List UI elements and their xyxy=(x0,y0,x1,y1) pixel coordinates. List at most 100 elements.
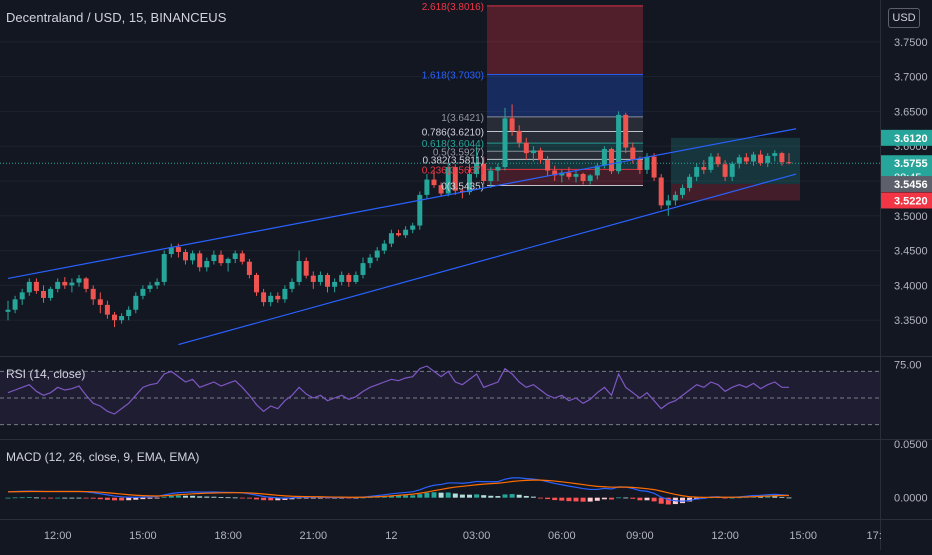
macd-histogram-bar xyxy=(246,497,252,499)
macd-histogram-bar xyxy=(55,497,61,499)
chart-background xyxy=(0,0,932,550)
candle-up xyxy=(225,258,231,264)
rsi-title[interactable]: RSI (14, close) xyxy=(6,367,85,381)
candle-up xyxy=(680,187,685,195)
macd-histogram-bar xyxy=(403,495,409,498)
macd-tick-label: 0.0500 xyxy=(894,439,928,451)
candle-down xyxy=(83,278,89,289)
candle-up xyxy=(332,281,338,287)
candle-down xyxy=(651,156,657,178)
price-badge-label: 3.5456 xyxy=(894,179,928,191)
macd-histogram-bar xyxy=(232,497,238,499)
macd-histogram-bar xyxy=(573,497,579,502)
macd-histogram-bar xyxy=(580,497,586,502)
currency-selector[interactable]: USD xyxy=(888,8,920,28)
fib-level-label: 0(3.5435) xyxy=(441,182,484,193)
macd-histogram-bar xyxy=(140,497,146,500)
macd-histogram-bar xyxy=(658,497,664,504)
rsi-band-fill xyxy=(0,371,880,425)
candle-down xyxy=(275,295,281,300)
macd-histogram-bar xyxy=(254,497,259,500)
candle-down xyxy=(658,177,664,206)
macd-histogram-bar xyxy=(459,494,465,498)
candle-up xyxy=(495,167,501,171)
chart-svg[interactable]: 2.618(3.8016) 1.618(3.7030) 1(3.6421) 0.786… xyxy=(0,0,932,550)
candle-down xyxy=(303,261,309,276)
macd-histogram-bar xyxy=(516,494,522,498)
macd-histogram-bar xyxy=(779,496,785,498)
macd-histogram-bar xyxy=(161,496,167,498)
price-tick-label: 3.4000 xyxy=(894,280,928,292)
macd-histogram-bar xyxy=(438,492,444,498)
candle-down xyxy=(715,156,721,165)
candle-down xyxy=(325,274,330,287)
candle-up xyxy=(530,150,536,154)
candle-down xyxy=(609,148,614,172)
candle-down xyxy=(630,147,636,161)
candle-down xyxy=(431,179,437,186)
candle-up xyxy=(126,309,132,317)
candle-up xyxy=(140,288,146,296)
candle-up xyxy=(502,118,508,168)
candle-down xyxy=(90,288,96,300)
candle-down xyxy=(637,160,643,170)
fib-level-label: 1.618(3.7030) xyxy=(422,70,484,81)
macd-histogram-bar xyxy=(509,494,515,498)
candle-down xyxy=(197,253,203,268)
macd-histogram-bar xyxy=(538,497,543,499)
macd-histogram-bar xyxy=(225,497,231,499)
candle-down xyxy=(722,164,728,177)
candle-down xyxy=(786,162,792,164)
candle-up xyxy=(161,254,167,282)
macd-histogram-bar xyxy=(566,497,572,502)
time-tick-label: 18:00 xyxy=(214,530,242,542)
macd-histogram-bar xyxy=(410,495,416,498)
macd-histogram-bar xyxy=(474,494,480,498)
candle-up xyxy=(573,174,579,177)
candle-up xyxy=(5,309,11,312)
macd-histogram-bar xyxy=(62,497,68,499)
macd-histogram-bar xyxy=(97,497,103,500)
candle-down xyxy=(310,275,316,282)
candle-up xyxy=(708,156,714,170)
candle-up xyxy=(190,253,196,261)
candle-up xyxy=(772,153,778,156)
candle-down xyxy=(538,150,543,161)
macd-histogram-bar xyxy=(552,497,558,501)
macd-histogram-bar xyxy=(445,492,451,498)
candle-up xyxy=(388,233,394,244)
macd-histogram-bar xyxy=(19,497,25,499)
candle-up xyxy=(204,261,210,268)
macd-histogram-bar xyxy=(119,497,125,501)
macd-histogram-bar xyxy=(211,496,217,498)
macd-histogram-bar xyxy=(431,492,437,498)
candle-up xyxy=(48,288,54,298)
chart[interactable]: 2.618(3.8016) 1.618(3.7030) 1(3.6421) 0.786… xyxy=(0,0,932,550)
macd-histogram-bar xyxy=(90,497,96,499)
macd-histogram-bar xyxy=(154,497,160,499)
macd-histogram-bar xyxy=(481,495,487,498)
macd-histogram-bar xyxy=(417,494,423,498)
candle-up xyxy=(765,155,771,163)
price-badge-label: 3.5755 xyxy=(894,158,928,170)
candle-down xyxy=(701,167,707,170)
candle-up xyxy=(69,282,75,286)
candle-up xyxy=(147,285,153,289)
macd-title[interactable]: MACD (12, 26, close, 9, EMA, EMA) xyxy=(6,450,199,464)
symbol-title[interactable]: Decentraland / USD, 15, BINANCEUS xyxy=(6,10,226,25)
macd-histogram-bar xyxy=(12,497,18,499)
macd-histogram-bar xyxy=(83,497,89,499)
price-badge-label: 3.6120 xyxy=(894,133,928,145)
macd-histogram-bar xyxy=(112,497,117,501)
macd-histogram-bar xyxy=(268,497,274,501)
candle-up xyxy=(232,253,238,259)
rsi-tick-label: 75.00 xyxy=(894,360,922,372)
macd-histogram-bar xyxy=(637,497,643,501)
macd-histogram-bar xyxy=(424,492,430,498)
candle-down xyxy=(566,172,572,177)
fib-zone xyxy=(487,74,643,117)
macd-histogram-bar xyxy=(523,495,529,498)
macd-histogram-bar xyxy=(26,497,32,499)
time-tick-label: 06:00 xyxy=(548,530,576,542)
candle-up xyxy=(672,194,678,201)
